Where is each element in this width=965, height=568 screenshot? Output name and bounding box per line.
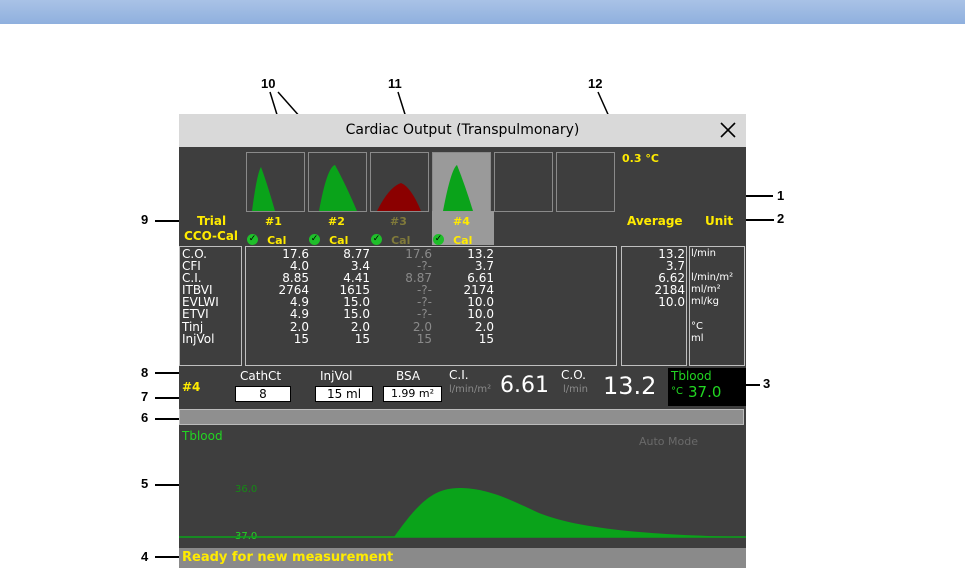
trial-thumbnail-1[interactable] <box>246 152 305 212</box>
injvol-field[interactable]: 15 ml <box>315 386 373 402</box>
trial-3-values: 17.6 -?- 8.87 -?- -?- -?- 2.0 15 <box>372 248 432 345</box>
param-names: C.O. CFI C.I. ITBVI EVLWI ETVI Tinj InjVol <box>182 248 219 345</box>
message-bar <box>179 409 744 425</box>
co-result-value: 13.2 <box>603 372 657 400</box>
param-name-row-7: Tinj <box>182 319 204 334</box>
trial-2-number: #2 <box>328 215 345 228</box>
window-title: Cardiac Output (Transpulmonary) <box>345 122 580 138</box>
cco-cal-label: CCO-Cal <box>184 229 239 243</box>
trial-1-value-row-8: 15 <box>293 331 309 346</box>
trial-2-value-row-7: 2.0 <box>350 319 370 334</box>
unit-value-row-5: ml/kg <box>691 296 720 308</box>
check-icon: ✓ <box>433 234 444 245</box>
ci-result-value: 6.61 <box>500 373 549 398</box>
param-name-row-8: InjVol <box>182 331 215 346</box>
thermodilution-curve-area: Tblood Auto Mode 36.0 37.0 <box>179 427 746 548</box>
cathct-label: CathCt <box>240 369 282 383</box>
trial-thumbnail-2[interactable] <box>308 152 367 212</box>
trial-2-value-row-8: 15 <box>354 331 370 346</box>
trial-3-number: #3 <box>390 215 407 228</box>
trial-1-value-row-7: 2.0 <box>289 319 309 334</box>
trial-3-value-row-7: 2.0 <box>412 319 432 334</box>
average-label: Average <box>627 214 683 228</box>
current-trial-number: #4 <box>182 380 201 394</box>
trial-thumbnail-3[interactable] <box>370 152 429 212</box>
trial-4-value-row-6: 10.0 <box>467 307 494 322</box>
ci-result-unit: l/min/m² <box>449 384 492 395</box>
cathct-field[interactable]: 8 <box>235 386 291 402</box>
co-result-label: C.O. <box>561 368 586 382</box>
cardiac-output-window: Cardiac Output (Transpulmonary) 0.3 °C T… <box>179 114 746 568</box>
unit-value-row-3: l/min/m² <box>691 272 734 284</box>
unit-label: Unit <box>705 214 734 228</box>
trial-1-value-row-6: 4.9 <box>289 307 309 322</box>
unit-value-row-6 <box>691 308 733 320</box>
trial-1-number: #1 <box>265 215 282 228</box>
unit-value-row-2 <box>691 260 733 272</box>
average-values: 13.2 3.7 6.62 2184 10.0 <box>623 248 685 310</box>
trial-thumbnail-6[interactable] <box>556 152 615 212</box>
check-icon: ✓ <box>309 234 320 245</box>
trial-3-value-row-8: 15 <box>416 331 432 346</box>
unit-value-row-1: l/min <box>691 248 717 259</box>
temperature-shift: 0.3 °C <box>622 152 659 165</box>
trial-thumbnail-5[interactable] <box>494 152 553 212</box>
check-icon: ✓ <box>247 234 258 245</box>
trial-4-values: 13.2 3.7 6.61 2174 10.0 10.0 2.0 15 <box>434 248 494 345</box>
param-name-row-6: ETVI <box>182 307 209 322</box>
average-value-row-5: 10.0 <box>658 295 685 310</box>
unit-value-row-7: °C <box>691 320 703 332</box>
status-bar: Ready for new measurement <box>179 548 746 568</box>
tblood-label: Tblood <box>671 369 712 383</box>
bsa-field[interactable]: 1.99 m² <box>383 386 442 402</box>
trial-4-value-row-7: 2.0 <box>474 319 494 334</box>
trial-3-value-row-6: -?- <box>416 307 432 322</box>
unit-values: l/min l/min/m² ml/m² ml/kg °C ml <box>691 248 733 345</box>
tblood-unit: °C <box>671 386 683 397</box>
close-icon[interactable] <box>718 120 738 140</box>
ci-result-label: C.I. <box>449 368 469 382</box>
status-message: Ready for new measurement <box>182 550 394 565</box>
trial-label: Trial <box>197 214 227 228</box>
co-result-unit: l/min <box>563 384 589 395</box>
thermodilution-curve <box>179 487 746 538</box>
trial-1-values: 17.6 4.0 8.85 2764 4.9 4.9 2.0 15 <box>249 248 309 345</box>
bsa-label: BSA <box>396 369 421 383</box>
trial-4-number: #4 <box>453 215 470 228</box>
unit-value-row-8: ml <box>691 332 704 344</box>
tblood-panel: Tblood °C 37.0 <box>668 368 746 406</box>
unit-value-row-4: ml/m² <box>691 284 721 296</box>
trial-4-value-row-8: 15 <box>478 331 494 346</box>
trial-thumbnail-4[interactable] <box>432 152 491 212</box>
injvol-label: InjVol <box>320 369 353 383</box>
trial-2-value-row-6: 15.0 <box>343 307 370 322</box>
trial-2-values: 8.77 3.4 4.41 1615 15.0 15.0 2.0 15 <box>310 248 370 345</box>
tblood-value: 37.0 <box>688 383 722 401</box>
check-icon: ✓ <box>371 234 382 245</box>
window-titlebar: Cardiac Output (Transpulmonary) <box>179 114 746 147</box>
